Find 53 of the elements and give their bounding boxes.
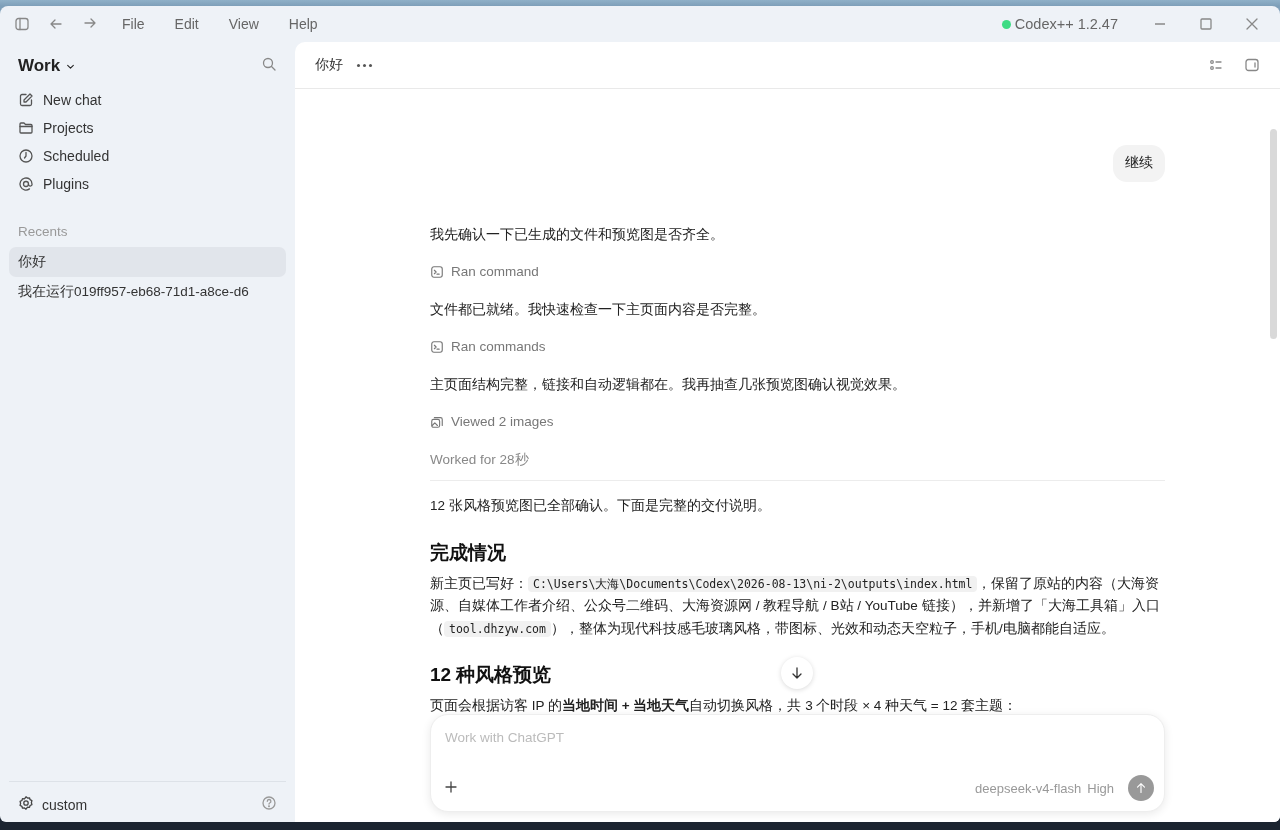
app-name: Codex++ 1.2.47 xyxy=(1014,16,1118,32)
edit-icon xyxy=(18,92,34,108)
minimize-icon[interactable] xyxy=(1154,23,1166,25)
terminal-icon xyxy=(430,265,444,280)
message-text: 文件都已就绪。我快速检查一下主页面内容是否完整。 xyxy=(430,300,767,319)
menu-item[interactable]: View xyxy=(222,16,265,32)
folder-icon xyxy=(18,120,34,136)
close-icon xyxy=(1244,16,1260,32)
message-text: 新主页已写好： C:\Users\大海\Documents\Codex\2026-08-13\ni-2\outputs\index.html ，保留了原站的内容（大海资源、自媒体工作者介绍、公众号二维码、大海资源网 / 教程导航 / B站 / YouTube 链接），并新增了「大海工具箱」入口（ tool.dhzyw.com ），整体为现代科技感毛玻璃风格，带图标、光效和动态天空粒子，手机/电脑都能自适应。 xyxy=(430,574,1161,639)
side-panel-icon xyxy=(1244,57,1260,73)
sidebar-nav-item[interactable]: Projects xyxy=(43,120,94,136)
search-icon xyxy=(261,56,277,72)
sidebar-toggle-icon xyxy=(14,16,30,32)
workspace-name[interactable]: Work xyxy=(18,56,61,76)
settings-profile-label[interactable]: custom xyxy=(42,796,88,813)
scroll-down-button[interactable] xyxy=(781,657,813,689)
help-icon xyxy=(261,795,277,811)
up-arrow-icon xyxy=(1134,781,1148,795)
message-text: 我先确认一下已生成的文件和预览图是否齐全。 xyxy=(430,225,725,244)
message-text: 12 张风格预览图已全部确认。下面是完整的交付说明。 xyxy=(430,497,772,515)
user-message-bubble: 继续 xyxy=(1113,145,1165,182)
menu-item[interactable]: Help xyxy=(282,16,324,32)
scrollbar[interactable] xyxy=(1270,129,1277,339)
section-heading: 完成情况 xyxy=(430,540,506,565)
clock-icon xyxy=(18,148,34,164)
chat-title: 你好 xyxy=(315,56,343,74)
menu-item[interactable]: Edit xyxy=(168,16,205,32)
images-icon xyxy=(430,415,444,430)
section-heading: 12 种风格预览 xyxy=(430,663,552,687)
menu-item[interactable]: File xyxy=(116,16,151,32)
worked-duration: Worked for 28秒 xyxy=(430,451,529,467)
send-button[interactable] xyxy=(1128,775,1154,801)
more-options-icon[interactable] xyxy=(357,63,372,67)
message-text: 页面会根据访客 IP 的当地时间 + 当地天气自动切换风格，共 3 个时段 × 4 种天气 = 12 套主题： xyxy=(430,697,1019,715)
sidebar-nav-item[interactable]: Plugins xyxy=(43,176,89,192)
sidebar-nav-item[interactable]: New chat xyxy=(43,92,102,108)
recent-chat-item[interactable]: 你好 xyxy=(9,247,286,277)
model-selector[interactable]: deepseek-v4-flash xyxy=(975,780,1082,796)
tool-activity-label[interactable]: Ran commands xyxy=(451,336,546,359)
tool-activity-label[interactable]: Viewed 2 images xyxy=(451,411,554,434)
message-text: 主页面结构完整，链接和自动逻辑都在。我再抽查几张预览图确认视觉效果。 xyxy=(430,375,907,394)
status-dot xyxy=(1001,19,1011,29)
recents-label: Recents xyxy=(17,223,69,241)
terminal-icon xyxy=(430,340,444,355)
maximize-icon xyxy=(1198,16,1214,32)
recent-chat-item[interactable]: 我在运行019ff957-eb68-71d1-a8ce-d6 xyxy=(9,277,286,307)
tool-activity-label[interactable]: Ran command xyxy=(451,261,539,284)
task-list-icon xyxy=(1208,57,1224,73)
message-input-field[interactable]: Work with ChatGPT xyxy=(443,729,1158,746)
settings-icon xyxy=(18,795,34,811)
effort-selector[interactable]: High xyxy=(1087,780,1114,796)
sidebar-nav-item[interactable]: Scheduled xyxy=(43,148,110,164)
at-icon xyxy=(18,176,34,192)
